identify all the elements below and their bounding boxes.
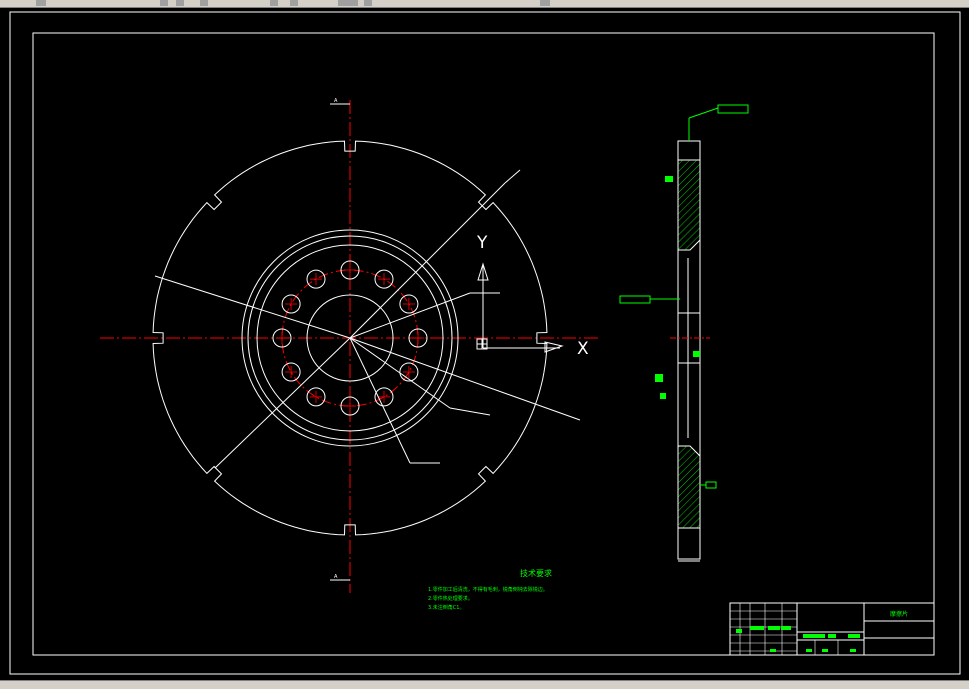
tech-req-line-1: 1.零件加工后清洗，不得有毛刺，锐角倒钝去除锐边。 xyxy=(428,586,548,593)
toolbar-button[interactable] xyxy=(200,0,208,6)
tech-req-line-2: 2.零件热处理要求。 xyxy=(428,595,473,602)
radius-leader-1 xyxy=(349,182,506,339)
roughness-symbol xyxy=(655,374,663,382)
axis-y-label: Y xyxy=(476,233,488,253)
title-block-part-name: 摩擦片 xyxy=(890,610,908,618)
drawing-canvas[interactable]: A A X Y 技术要求 1.零件加工后清洗，不得有毛刺，锐角倒钝去除锐边。 2… xyxy=(0,8,969,680)
toolbar-button[interactable] xyxy=(36,0,46,6)
technical-requirements: 技术要求 1.零件加工后清洗，不得有毛刺，锐角倒钝去除锐边。 2.零件热处理要求… xyxy=(428,568,552,611)
roughness-symbol xyxy=(660,393,666,399)
radius-leader-4 xyxy=(349,337,451,409)
title-block: 摩擦片 xyxy=(729,602,935,656)
tech-req-title: 技术要求 xyxy=(520,568,552,578)
front-view: A A X Y xyxy=(100,98,600,593)
section-mark-bottom: A xyxy=(334,574,338,580)
callout-box xyxy=(705,481,717,489)
ucs-icon: X Y xyxy=(476,233,589,359)
roughness-symbol xyxy=(665,176,673,182)
section-mark-top: A xyxy=(334,98,338,104)
cad-drawing: A A X Y 技术要求 1.零件加工后清洗，不得有毛刺，锐角倒钝去除锐边。 2… xyxy=(9,11,961,675)
toolbar-button[interactable] xyxy=(176,0,184,6)
datum-callout-box xyxy=(619,295,651,304)
toolbar-button[interactable] xyxy=(270,0,278,6)
tech-req-line-3: 3.未注倒角C1。 xyxy=(428,604,464,611)
toolbar-button[interactable] xyxy=(364,0,372,6)
roughness-callout-box xyxy=(717,104,749,114)
toolbar-button[interactable] xyxy=(338,0,358,6)
roughness-symbol xyxy=(693,351,700,357)
sheet-outer-border xyxy=(9,11,961,675)
side-section-view xyxy=(619,104,749,562)
toolbar-button[interactable] xyxy=(540,0,550,6)
hatch-upper xyxy=(677,159,701,251)
hatch-lower xyxy=(677,445,701,529)
axis-x-label: X xyxy=(577,339,589,359)
radius-leader-5 xyxy=(349,337,411,464)
toolbar-button[interactable] xyxy=(160,0,168,6)
toolbar-button[interactable] xyxy=(290,0,298,6)
cad-toolbar xyxy=(0,0,969,8)
